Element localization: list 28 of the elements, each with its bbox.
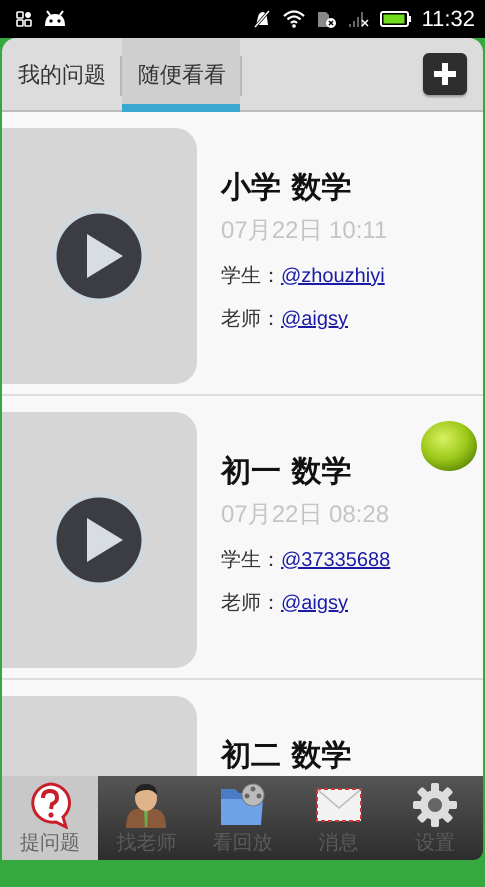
battery-icon (380, 10, 412, 28)
video-thumbnail[interactable] (2, 128, 197, 384)
tab[interactable]: 我的问题 (2, 38, 120, 112)
signal-icon (348, 10, 370, 28)
play-icon[interactable] (50, 492, 146, 588)
tab[interactable]: 随便看看 (122, 38, 240, 112)
post-title: 小学 数学 (221, 169, 352, 207)
add-button[interactable] (423, 53, 467, 95)
post-title: 初一 数学 (221, 453, 352, 491)
plus-icon (433, 62, 457, 86)
student-label: 学生： (221, 263, 281, 287)
wifi-icon (282, 9, 306, 29)
student-label: 学生： (221, 547, 281, 571)
muted-bell-icon (252, 9, 272, 29)
teacher-label: 老师： (221, 306, 281, 330)
teacher-label: 老师： (221, 590, 281, 614)
grid-icon (16, 11, 32, 27)
play-icon[interactable] (50, 208, 146, 304)
clock: 11:32 (422, 6, 475, 32)
video-thumbnail[interactable] (2, 412, 197, 668)
sim-card-icon (316, 9, 338, 29)
teacher-link[interactable]: @aigsy (281, 592, 348, 614)
student-link[interactable]: @zhouzhiyi (281, 265, 385, 287)
student-link[interactable]: @37335688 (281, 549, 390, 571)
teacher-link[interactable]: @aigsy (281, 308, 348, 330)
robot-icon (42, 10, 68, 28)
post-title: 初二 数学 (221, 737, 352, 775)
settings-icon (410, 780, 459, 828)
